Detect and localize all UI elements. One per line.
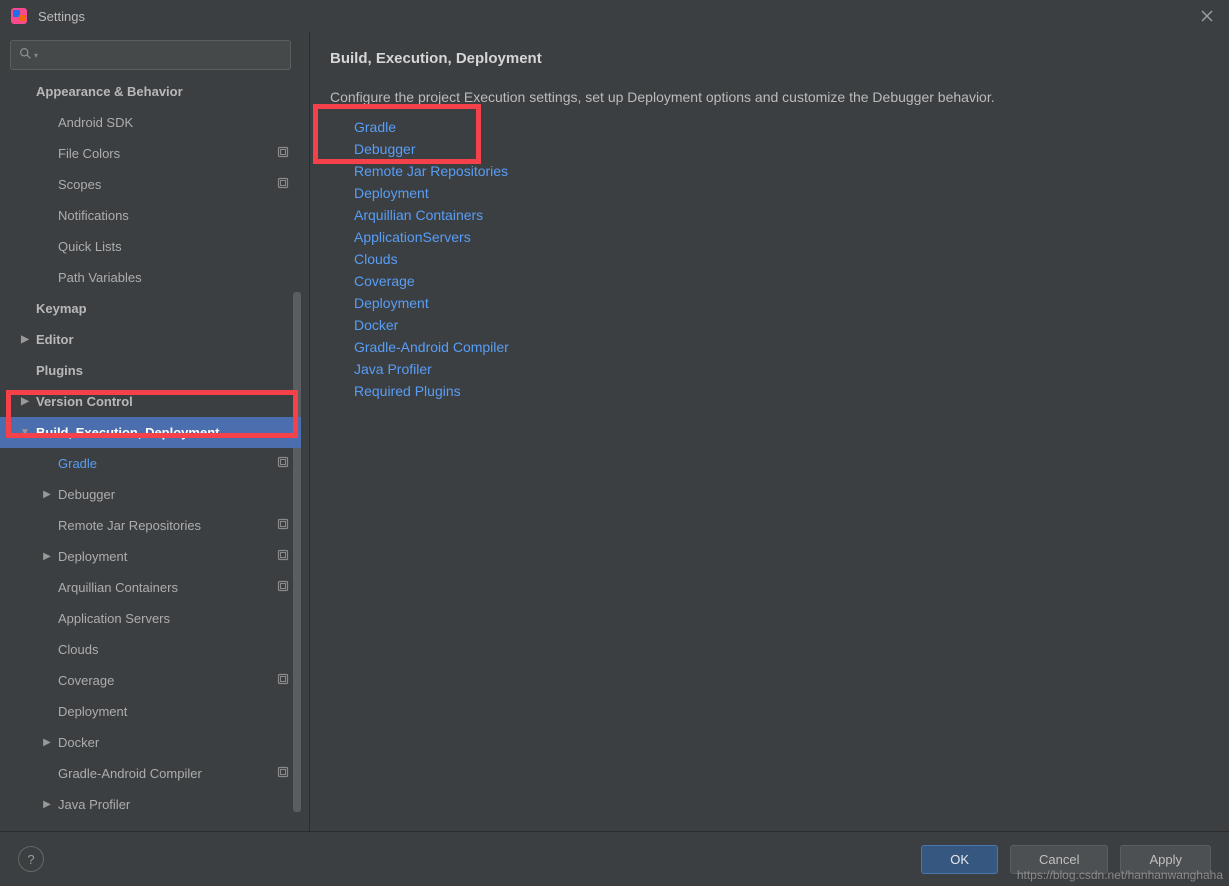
panel-link-11[interactable]: Java Profiler <box>354 361 1209 377</box>
tree-item-label: Build, Execution, Deployment <box>36 425 219 440</box>
search-field[interactable] <box>38 48 282 63</box>
tree-item-11[interactable]: ▼Build, Execution, Deployment <box>0 417 301 448</box>
tree-item-label: Gradle <box>58 456 97 471</box>
tree-item-9[interactable]: Plugins <box>0 355 301 386</box>
tree-item-label: Java Profiler <box>58 797 130 812</box>
expand-arrow-icon: ▶ <box>14 334 36 345</box>
tree-item-18[interactable]: Clouds <box>0 634 301 665</box>
tree-item-label: Deployment <box>58 549 127 564</box>
tree-item-13[interactable]: ▶Debugger <box>0 479 301 510</box>
titlebar: Settings <box>0 0 1229 32</box>
project-level-icon <box>277 518 289 533</box>
panel-link-5[interactable]: ApplicationServers <box>354 229 1209 245</box>
tree-item-2[interactable]: File Colors <box>0 138 301 169</box>
tree-item-17[interactable]: Application Servers <box>0 603 301 634</box>
tree-item-5[interactable]: Quick Lists <box>0 231 301 262</box>
panel-description: Configure the project Execution settings… <box>330 89 1209 105</box>
tree-item-19[interactable]: Coverage <box>0 665 301 696</box>
expand-arrow-icon: ▶ <box>14 396 36 407</box>
content-panel: Build, Execution, Deployment Configure t… <box>310 32 1229 831</box>
tree-item-label: Android SDK <box>58 115 133 130</box>
tree-item-14[interactable]: Remote Jar Repositories <box>0 510 301 541</box>
project-level-icon <box>277 456 289 471</box>
expand-arrow-icon: ▶ <box>38 551 56 562</box>
window-title: Settings <box>38 9 85 24</box>
panel-title: Build, Execution, Deployment <box>330 50 1209 67</box>
settings-tree[interactable]: Appearance & Behavior Android SDK File Col… <box>0 76 301 827</box>
tree-item-label: Coverage <box>58 673 114 688</box>
tree-item-21[interactable]: ▶Docker <box>0 727 301 758</box>
panel-link-0[interactable]: Gradle <box>354 119 1209 135</box>
project-level-icon <box>277 549 289 564</box>
tree-item-label: Keymap <box>36 301 87 316</box>
tree-item-0[interactable]: Appearance & Behavior <box>0 76 301 107</box>
tree-item-label: Clouds <box>58 642 98 657</box>
tree-item-23[interactable]: ▶Java Profiler <box>0 789 301 820</box>
tree-item-label: Quick Lists <box>58 239 122 254</box>
tree-item-label: Docker <box>58 735 99 750</box>
expand-arrow-icon: ▶ <box>38 799 56 810</box>
panel-link-9[interactable]: Docker <box>354 317 1209 333</box>
tree-item-15[interactable]: ▶Deployment <box>0 541 301 572</box>
panel-link-10[interactable]: Gradle-Android Compiler <box>354 339 1209 355</box>
tree-item-12[interactable]: Gradle <box>0 448 301 479</box>
watermark: https://blog.csdn.net/hanhanwanghaha <box>1017 868 1223 882</box>
panel-link-7[interactable]: Coverage <box>354 273 1209 289</box>
tree-item-label: Application Servers <box>58 611 170 626</box>
tree-item-label: File Colors <box>58 146 120 161</box>
ok-button[interactable]: OK <box>921 845 998 874</box>
footer: ? OK Cancel Apply https://blog.csdn.net/… <box>0 831 1229 886</box>
tree-item-label: Arquillian Containers <box>58 580 178 595</box>
panel-link-4[interactable]: Arquillian Containers <box>354 207 1209 223</box>
panel-link-2[interactable]: Remote Jar Repositories <box>354 163 1209 179</box>
expand-arrow-icon: ▼ <box>14 427 36 438</box>
panel-link-6[interactable]: Clouds <box>354 251 1209 267</box>
project-level-icon <box>277 177 289 192</box>
sidebar: ▾ Appearance & Behavior Android SDK File C… <box>0 32 310 831</box>
main: ▾ Appearance & Behavior Android SDK File C… <box>0 32 1229 831</box>
tree-item-20[interactable]: Deployment <box>0 696 301 727</box>
tree-item-label: Plugins <box>36 363 83 378</box>
tree-item-label: Notifications <box>58 208 129 223</box>
tree-item-6[interactable]: Path Variables <box>0 262 301 293</box>
search-icon <box>19 47 32 63</box>
tree-item-10[interactable]: ▶Version Control <box>0 386 301 417</box>
close-icon[interactable] <box>1195 4 1219 28</box>
tree-item-label: Version Control <box>36 394 133 409</box>
tree-item-1[interactable]: Android SDK <box>0 107 301 138</box>
expand-arrow-icon: ▶ <box>38 737 56 748</box>
tree-item-4[interactable]: Notifications <box>0 200 301 231</box>
tree-item-22[interactable]: Gradle-Android Compiler <box>0 758 301 789</box>
panel-links: Gradle Debugger Remote Jar Repositories Dep… <box>330 119 1209 399</box>
panel-link-12[interactable]: Required Plugins <box>354 383 1209 399</box>
project-level-icon <box>277 146 289 161</box>
tree-item-label: Gradle-Android Compiler <box>58 766 202 781</box>
tree-item-16[interactable]: Arquillian Containers <box>0 572 301 603</box>
tree-item-3[interactable]: Scopes <box>0 169 301 200</box>
tree-item-label: Editor <box>36 332 74 347</box>
tree-item-label: Scopes <box>58 177 101 192</box>
help-button[interactable]: ? <box>18 846 44 872</box>
panel-link-8[interactable]: Deployment <box>354 295 1209 311</box>
panel-link-3[interactable]: Deployment <box>354 185 1209 201</box>
tree-item-label: Appearance & Behavior <box>36 84 183 99</box>
project-level-icon <box>277 580 289 595</box>
project-level-icon <box>277 673 289 688</box>
search-input[interactable]: ▾ <box>10 40 291 70</box>
tree-item-label: Remote Jar Repositories <box>58 518 201 533</box>
tree-item-label: Deployment <box>58 704 127 719</box>
tree-item-8[interactable]: ▶Editor <box>0 324 301 355</box>
expand-arrow-icon: ▶ <box>38 489 56 500</box>
app-icon <box>10 7 28 25</box>
tree-item-7[interactable]: Keymap <box>0 293 301 324</box>
tree-item-label: Debugger <box>58 487 115 502</box>
project-level-icon <box>277 766 289 781</box>
tree-item-label: Path Variables <box>58 270 142 285</box>
panel-link-1[interactable]: Debugger <box>354 141 1209 157</box>
